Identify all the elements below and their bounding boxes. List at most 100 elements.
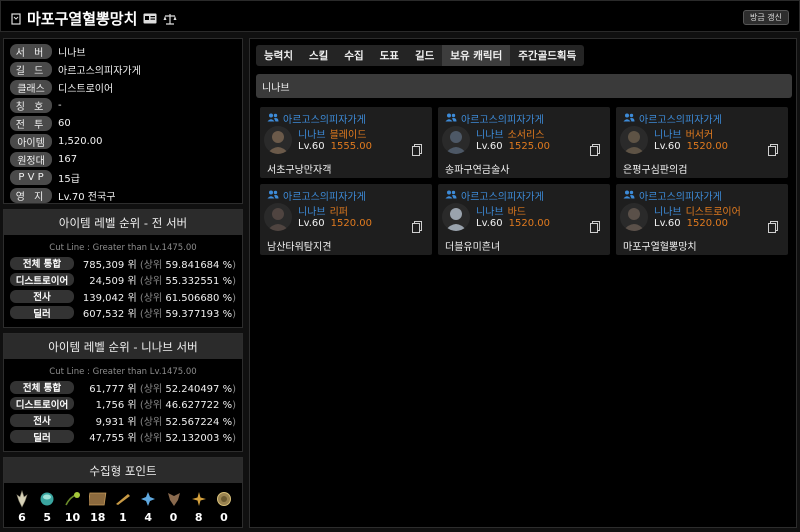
- group-icon: [267, 190, 279, 202]
- group-icon: [267, 113, 279, 125]
- info-row-class: 클래스 디스트로이어: [10, 78, 236, 96]
- copy-icon[interactable]: [412, 144, 422, 156]
- card-server-class: 니나브 바드: [476, 203, 526, 218]
- orpheus-star-icon[interactable]: [138, 489, 158, 509]
- cutline: Cut Line : Greater than Lv.1475.00: [49, 243, 197, 253]
- page-title: 마포구열혈뽕망치: [27, 10, 138, 28]
- collect-count: 18: [90, 511, 106, 524]
- title-group: 마포구열혈뽕망치: [11, 8, 177, 29]
- card-character-name: 서초구낭만자객: [267, 165, 332, 176]
- rank-title: 아이템 레벨 순위 - 전 서버: [4, 210, 242, 235]
- giant-heart-icon[interactable]: [63, 489, 83, 509]
- card-level: Lv.60: [298, 141, 325, 152]
- rank-row: 전체 통합 785,309 위 (상위 59.841684 %): [4, 255, 242, 272]
- tab-owned-characters[interactable]: 보유 캐릭터: [442, 45, 511, 66]
- group-icon: [623, 190, 635, 202]
- guild-name: 아르고스의피자가게: [461, 115, 544, 126]
- tab-skills[interactable]: 스킬: [301, 45, 336, 66]
- rank-all-servers-panel: 아이템 레벨 순위 - 전 서버 Cut Line : Greater than…: [3, 209, 243, 328]
- rank-label: 디스트로이어: [10, 397, 74, 411]
- rank-label: 전사: [10, 413, 74, 427]
- card-class: 리퍼: [329, 207, 349, 218]
- avatar: [264, 126, 292, 154]
- sea-bounty-icon[interactable]: [214, 489, 234, 509]
- tab-bar: 능력치 스킬 수집 도표 길드 보유 캐릭터 주간골드획득: [256, 45, 585, 66]
- id-card-icon[interactable]: [143, 13, 157, 24]
- character-card[interactable]: 아르고스의피자가게 니나브 디스트로이어 Lv.60 1520.00 마포구열혈뽕망…: [616, 184, 788, 255]
- collect-count: 0: [169, 511, 178, 524]
- character-card[interactable]: 아르고스의피자가게 니나브 리퍼 Lv.60 1520.00 남산타워탐지견: [260, 184, 432, 255]
- info-row-guild: 길 드 아르고스의피자가게: [10, 60, 236, 78]
- collectibles-counts: 6 5 10 18 1 4 0 8 0: [4, 509, 242, 524]
- scale-icon[interactable]: [163, 13, 177, 25]
- card-server: 니나브: [476, 130, 504, 141]
- avatar: [442, 203, 470, 231]
- rank-value: 9,931 위 (상위 52.567224 %): [95, 416, 236, 428]
- info-label: P V P: [10, 169, 52, 185]
- art-icon[interactable]: [88, 489, 108, 509]
- copy-icon[interactable]: [768, 221, 778, 233]
- card-character-name: 은평구심판의검: [623, 165, 688, 176]
- rank-row: 디스트로이어 24,509 위 (상위 55.332551 %): [4, 272, 242, 289]
- copy-icon[interactable]: [768, 144, 778, 156]
- card-level: Lv.60: [476, 218, 503, 229]
- rank-label: 전체 통합: [10, 380, 74, 394]
- avatar: [264, 203, 292, 231]
- cutline: Cut Line : Greater than Lv.1475.00: [49, 367, 197, 377]
- rank-value: 785,309 위 (상위 59.841684 %): [82, 259, 236, 271]
- tab-charts[interactable]: 도표: [372, 45, 407, 66]
- copy-icon[interactable]: [590, 221, 600, 233]
- bookmark-icon[interactable]: [11, 12, 21, 25]
- card-guild: 아르고스의피자가게: [445, 188, 544, 203]
- card-server: 니나브: [654, 130, 682, 141]
- rank-row: 전사 139,042 위 (상위 61.506680 %): [4, 288, 242, 305]
- refresh-button[interactable]: 방금 갱신: [743, 10, 789, 25]
- tab-weekly-gold[interactable]: 주간골드획득: [510, 45, 584, 66]
- rank-row: 전사 9,931 위 (상위 52.567224 %): [4, 412, 242, 429]
- info-value: 60: [58, 117, 71, 129]
- rank-server-panel: 아이템 레벨 순위 - 니나브 서버 Cut Line : Greater th…: [3, 333, 243, 452]
- copy-icon[interactable]: [412, 221, 422, 233]
- card-character-name: 마포구열혈뽕망치: [623, 242, 697, 253]
- mokoko-seed-icon[interactable]: [12, 489, 32, 509]
- character-card[interactable]: 아르고스의피자가게 니나브 바드 Lv.60 1520.00 더블유미흔녀: [438, 184, 610, 255]
- ignea-token-icon[interactable]: [113, 489, 133, 509]
- collectibles-icons: [4, 483, 242, 509]
- group-icon: [445, 190, 457, 202]
- rank-row: 딜러 47,755 위 (상위 52.132003 %): [4, 429, 242, 446]
- card-item-level: 1525.00: [508, 141, 550, 152]
- info-value: 167: [58, 153, 78, 165]
- card-class: 버서커: [685, 130, 714, 141]
- card-guild: 아르고스의피자가게: [267, 188, 366, 203]
- tab-guild[interactable]: 길드: [407, 45, 442, 66]
- card-server-class: 니나브 리퍼: [298, 203, 348, 218]
- tab-stats[interactable]: 능력치: [256, 45, 301, 66]
- info-row-server: 서 버 니나브: [10, 42, 236, 60]
- rank-value: 61,777 위 (상위 52.240497 %): [89, 383, 236, 395]
- voyage-icon[interactable]: [189, 489, 209, 509]
- info-label: 아이템: [10, 133, 52, 149]
- card-level-line: Lv.60 1555.00: [298, 141, 372, 152]
- tab-collection[interactable]: 수집: [336, 45, 371, 66]
- collect-count: 8: [194, 511, 203, 524]
- guild-name: 아르고스의피자가게: [283, 115, 366, 126]
- info-row-expedition: 원정대 167: [10, 150, 236, 168]
- copy-icon[interactable]: [590, 144, 600, 156]
- worldtree-leaf-icon[interactable]: [164, 489, 184, 509]
- info-row-pvp: P V P 15급: [10, 168, 236, 186]
- info-value: 아르고스의피자가게: [58, 65, 141, 77]
- guild-name: 아르고스의피자가게: [461, 192, 544, 203]
- card-character-name: 남산타워탐지견: [267, 242, 332, 253]
- card-guild: 아르고스의피자가게: [623, 188, 722, 203]
- island-heart-icon[interactable]: [37, 489, 57, 509]
- collectibles-panel: 수집형 포인트 6 5 10 18 1 4 0 8 0: [3, 457, 243, 528]
- rank-row: 전체 통합 61,777 위 (상위 52.240497 %): [4, 379, 242, 396]
- character-card[interactable]: 아르고스의피자가게 니나브 소서리스 Lv.60 1525.00 송파구연금술사: [438, 107, 610, 178]
- info-row-combat: 전 투 60: [10, 114, 236, 132]
- card-item-level: 1520.00: [686, 218, 728, 229]
- character-card[interactable]: 아르고스의피자가게 니나브 버서커 Lv.60 1520.00 은평구심판의검: [616, 107, 788, 178]
- character-card[interactable]: 아르고스의피자가게 니나브 블레이드 Lv.60 1555.00 서초구낭만자객: [260, 107, 432, 178]
- info-row-estate: 영 지 Lv.70 전국구: [10, 186, 236, 204]
- card-server-class: 니나브 블레이드: [298, 126, 366, 141]
- card-server: 니나브: [654, 207, 682, 218]
